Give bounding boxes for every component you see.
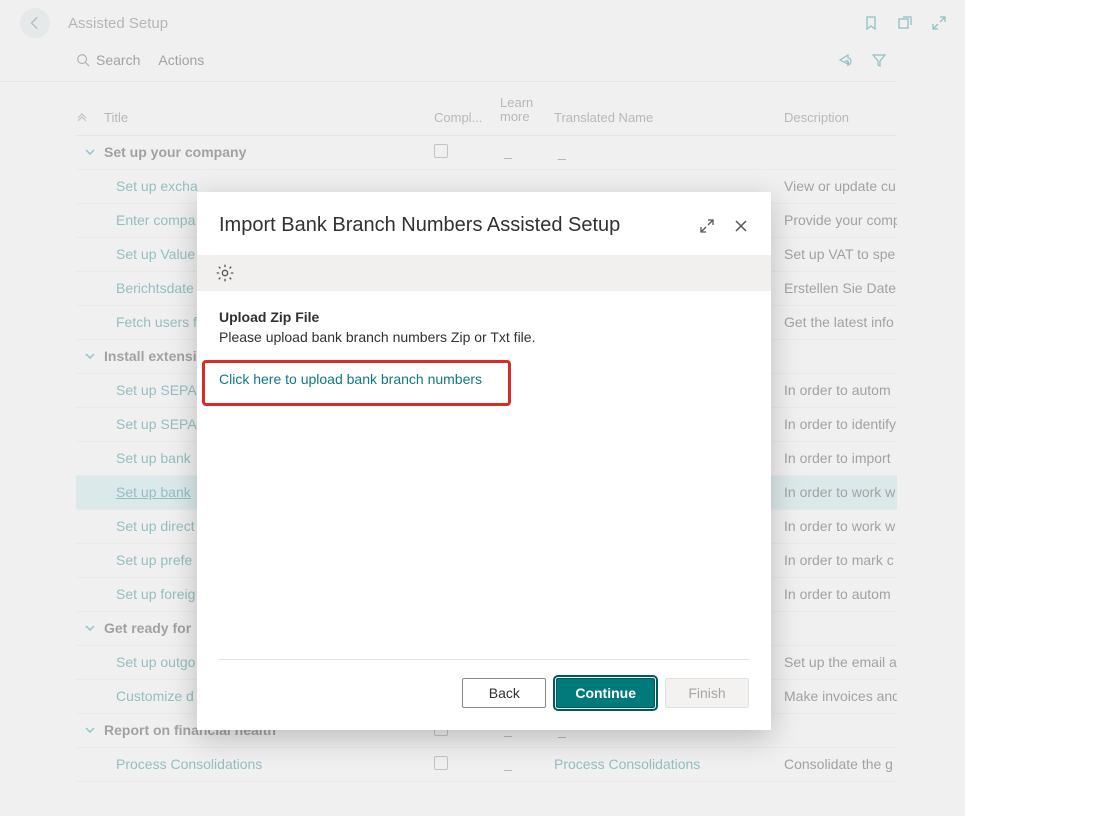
- finish-button: Finish: [665, 678, 749, 708]
- upload-link[interactable]: Click here to upload bank branch numbers: [219, 371, 482, 387]
- modal-expand-icon[interactable]: [699, 218, 715, 234]
- upload-section-text: Please upload bank branch numbers Zip or…: [219, 329, 749, 345]
- upload-section-title: Upload Zip File: [219, 309, 749, 325]
- continue-button[interactable]: Continue: [556, 678, 655, 708]
- back-button[interactable]: Back: [462, 678, 546, 708]
- close-icon[interactable]: [733, 218, 749, 234]
- modal-footer: Back Continue Finish: [219, 659, 749, 730]
- modal-title: Import Bank Branch Numbers Assisted Setu…: [219, 214, 620, 237]
- right-gutter: [965, 0, 1101, 816]
- import-bank-branch-modal: Import Bank Branch Numbers Assisted Setu…: [197, 192, 771, 730]
- gear-icon[interactable]: [215, 263, 235, 283]
- modal-toolbar: [197, 255, 771, 291]
- modal-body: Upload Zip File Please upload bank branc…: [197, 291, 771, 659]
- modal-header: Import Bank Branch Numbers Assisted Setu…: [197, 192, 771, 255]
